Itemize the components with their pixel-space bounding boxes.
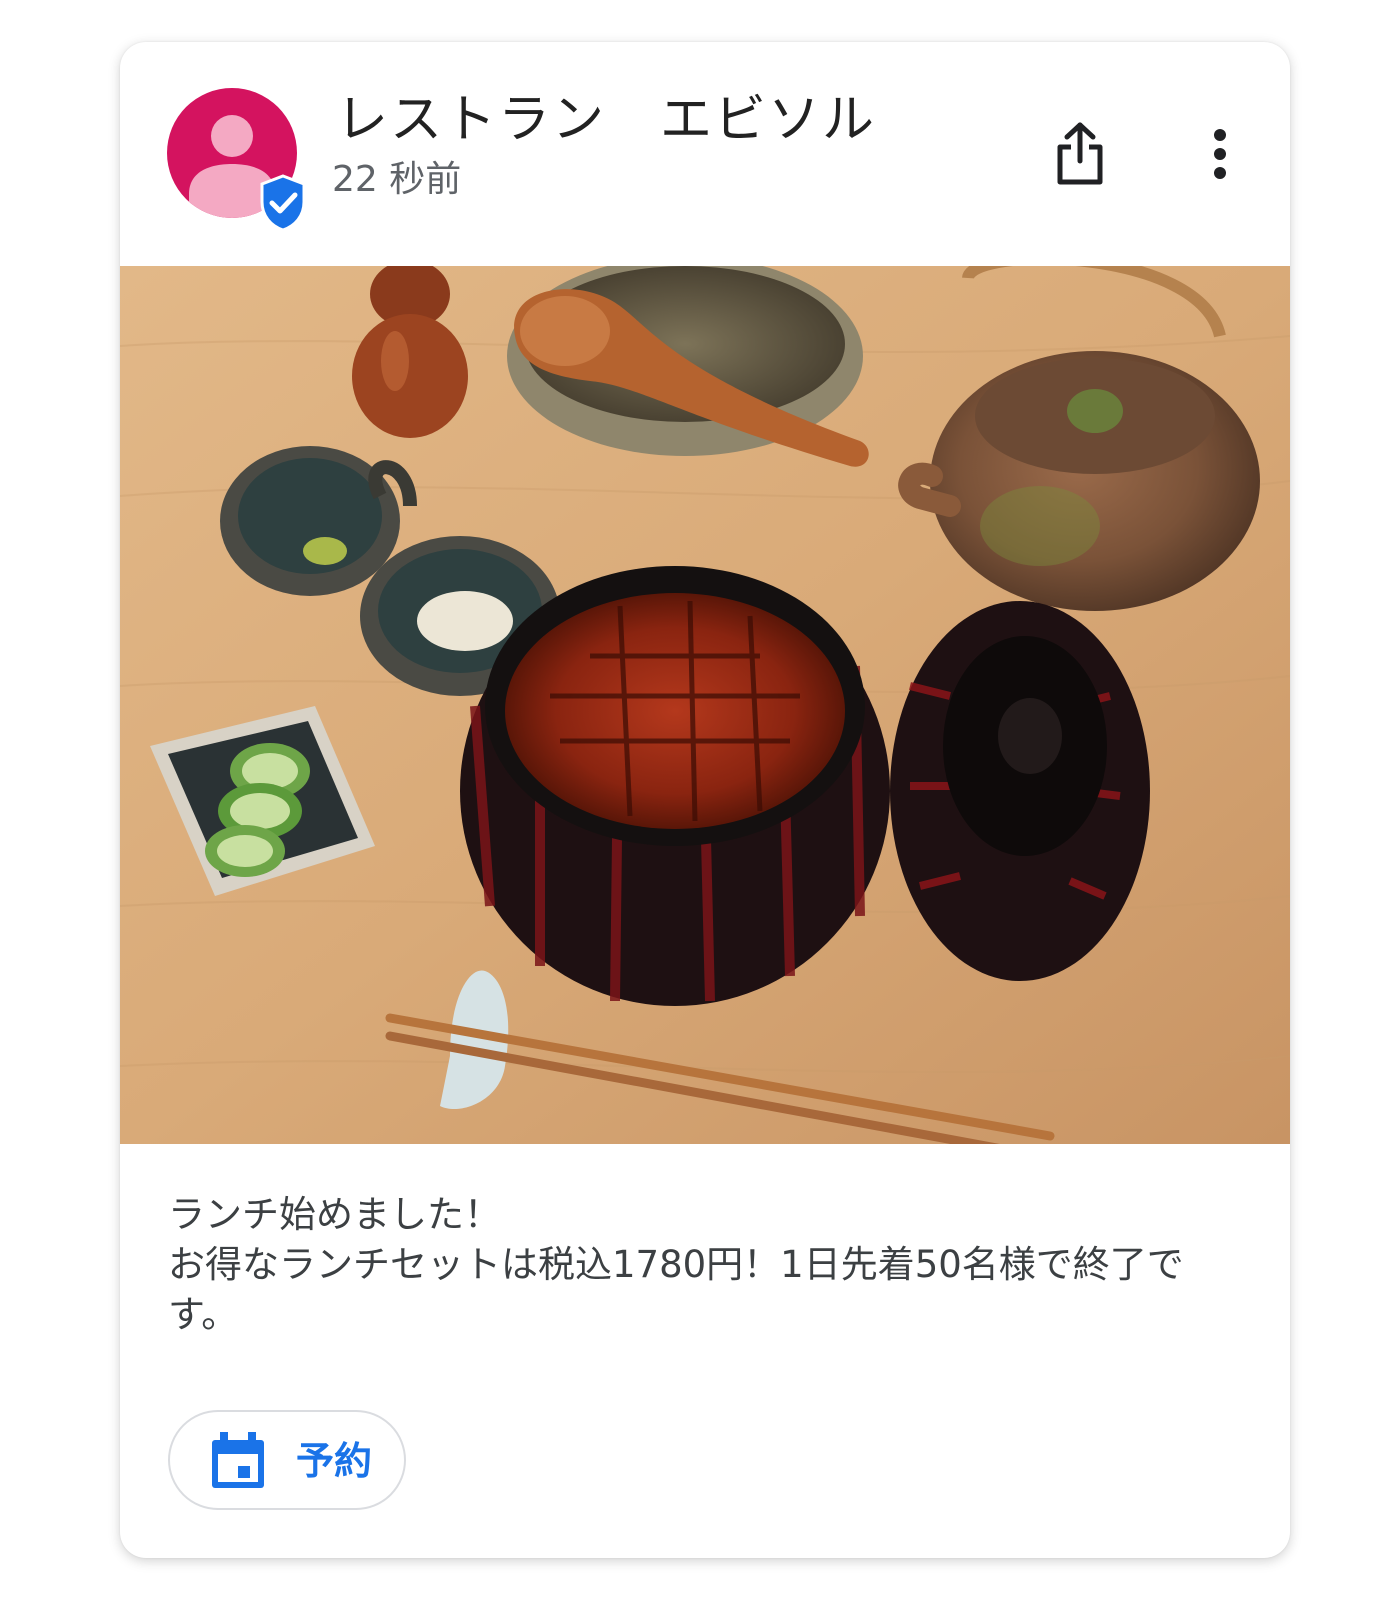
post-text-line: お得なランチセットは税込1780円！1日先着50名様で終了で: [168, 1243, 1184, 1286]
author-name: レストラン エビソル: [336, 90, 877, 150]
post-text-line: す。: [168, 1293, 239, 1336]
verified-shield-icon: [258, 174, 308, 232]
post-header: レストラン エビソル 22 秒前: [120, 42, 1290, 266]
post-photo[interactable]: [120, 266, 1290, 1144]
reserve-button-label: 予約: [296, 1439, 373, 1483]
post-card: レストラン エビソル 22 秒前 ランチ始めました！ お得なランチセットは税込1…: [120, 42, 1290, 1558]
more-options-button[interactable]: [1180, 114, 1260, 194]
reserve-button[interactable]: 予約: [168, 1410, 406, 1510]
more-vert-icon: [1214, 129, 1226, 179]
share-button[interactable]: [1040, 114, 1120, 194]
unadon-lunch-photo: [120, 266, 1290, 1144]
post-timestamp: 22 秒前: [332, 159, 462, 200]
share-icon: [1057, 122, 1103, 185]
post-text-line: ランチ始めました！: [168, 1193, 501, 1236]
calendar-icon: [210, 1432, 266, 1490]
post-body: ランチ始めました！ お得なランチセットは税込1780円！1日先着50名様で終了で…: [168, 1190, 1248, 1340]
